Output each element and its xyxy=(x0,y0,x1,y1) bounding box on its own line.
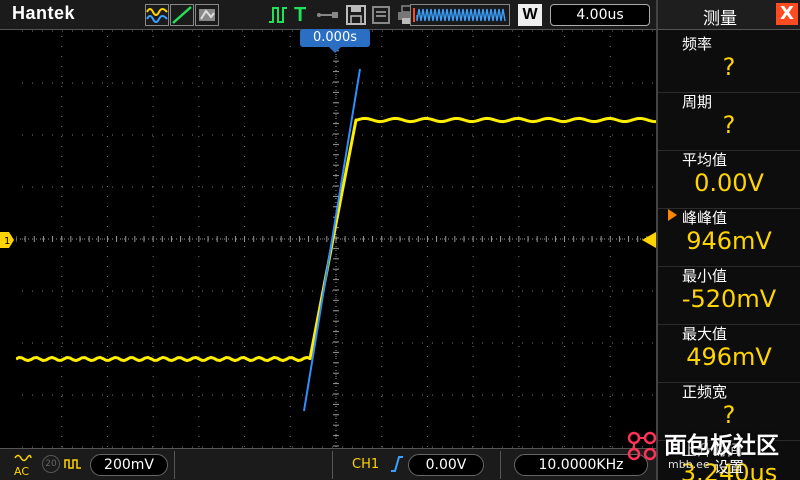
panel-title: 测量 xyxy=(703,9,737,29)
trigger-status-icon: T xyxy=(294,4,307,26)
watermark-text: 面包板社区 xyxy=(664,433,779,459)
measurement-item[interactable]: 频率? xyxy=(658,31,800,93)
measurement-label: 平均值 xyxy=(682,151,728,169)
measurement-item[interactable]: 最小值 -520mV xyxy=(658,263,800,325)
save-icon[interactable] xyxy=(345,4,367,26)
waveform-grid xyxy=(16,30,656,448)
acquisition-mode-button[interactable]: W xyxy=(518,4,542,26)
ac-coupling-icon xyxy=(14,454,32,462)
measurement-label: 正频宽 xyxy=(682,383,728,401)
watermark: 面包板社区 mbb.ee 设置 xyxy=(622,420,800,480)
waveform-screen[interactable] xyxy=(16,30,656,448)
measurement-value: 946mV xyxy=(686,227,772,255)
rising-edge-icon[interactable] xyxy=(390,455,404,473)
coupling-label: AC xyxy=(14,465,30,478)
bottom-status-bar: AC 20 200mV CH1 0.00V 10.0000KHz xyxy=(0,448,656,480)
waveform-display-icon[interactable] xyxy=(145,4,169,26)
storage-icon[interactable] xyxy=(370,4,392,26)
watermark-url: mbb.ee xyxy=(668,458,710,471)
trigger-edge-icon[interactable] xyxy=(268,4,288,26)
bandwidth-limit-icon[interactable]: 20 xyxy=(42,455,60,473)
divider xyxy=(174,451,175,479)
watermark-logo-icon xyxy=(627,431,657,461)
selected-arrow-icon xyxy=(668,209,677,221)
measurement-panel: 测量 X 频率? 周期? 平均值 0.00V 峰峰值 946mV 最小值 -520mV 最大值 4… xyxy=(656,0,800,480)
top-status-bar: Hantek T W 4.00us xyxy=(0,0,656,30)
measurement-value: ? xyxy=(722,111,736,139)
measurement-item[interactable]: 最大值 496mV xyxy=(658,321,800,383)
measurement-value: -520mV xyxy=(681,285,777,313)
trigger-position-pointer xyxy=(328,46,342,53)
trigger-position-marker[interactable]: 0.000s xyxy=(300,29,370,47)
usb-icon xyxy=(316,4,340,26)
brand-logo: Hantek xyxy=(12,3,76,23)
divider xyxy=(500,451,501,479)
measurement-item[interactable]: 周期? xyxy=(658,89,800,151)
measurement-label: 最大值 xyxy=(682,325,728,343)
rise-time-cursor-line xyxy=(303,68,361,412)
channel-1-marker[interactable]: 1 xyxy=(0,232,14,248)
measurement-label: 峰峰值 xyxy=(682,209,728,227)
trigger-level-display[interactable]: 0.00V xyxy=(408,454,484,476)
measurement-value: 0.00V xyxy=(694,169,764,197)
volts-per-div-display[interactable]: 200mV xyxy=(90,454,168,476)
close-button[interactable]: X xyxy=(776,3,798,25)
settings-button[interactable]: 设置 xyxy=(714,456,744,477)
memory-window-indicator xyxy=(410,4,510,26)
trigger-level-marker[interactable] xyxy=(642,232,656,248)
panel-header: 测量 X xyxy=(658,0,800,30)
coupling-indicator[interactable]: AC xyxy=(14,453,32,477)
channel-1-marker-label: 1 xyxy=(4,236,10,247)
measurement-value: 496mV xyxy=(686,343,772,371)
measurement-label: 频率 xyxy=(682,35,713,53)
persistence-icon[interactable] xyxy=(195,4,219,26)
divider xyxy=(332,451,333,479)
measurement-label: 周期 xyxy=(682,93,713,111)
probe-icon[interactable] xyxy=(64,456,82,472)
measurement-item[interactable]: 平均值 0.00V xyxy=(658,147,800,209)
measurement-item[interactable]: 峰峰值 946mV xyxy=(658,205,800,267)
measurement-label: 最小值 xyxy=(682,267,728,285)
timebase-display[interactable]: 4.00us xyxy=(550,4,650,26)
vector-mode-icon[interactable] xyxy=(170,4,194,26)
trigger-source-label[interactable]: CH1 xyxy=(352,457,379,472)
measurement-value: ? xyxy=(722,53,736,81)
